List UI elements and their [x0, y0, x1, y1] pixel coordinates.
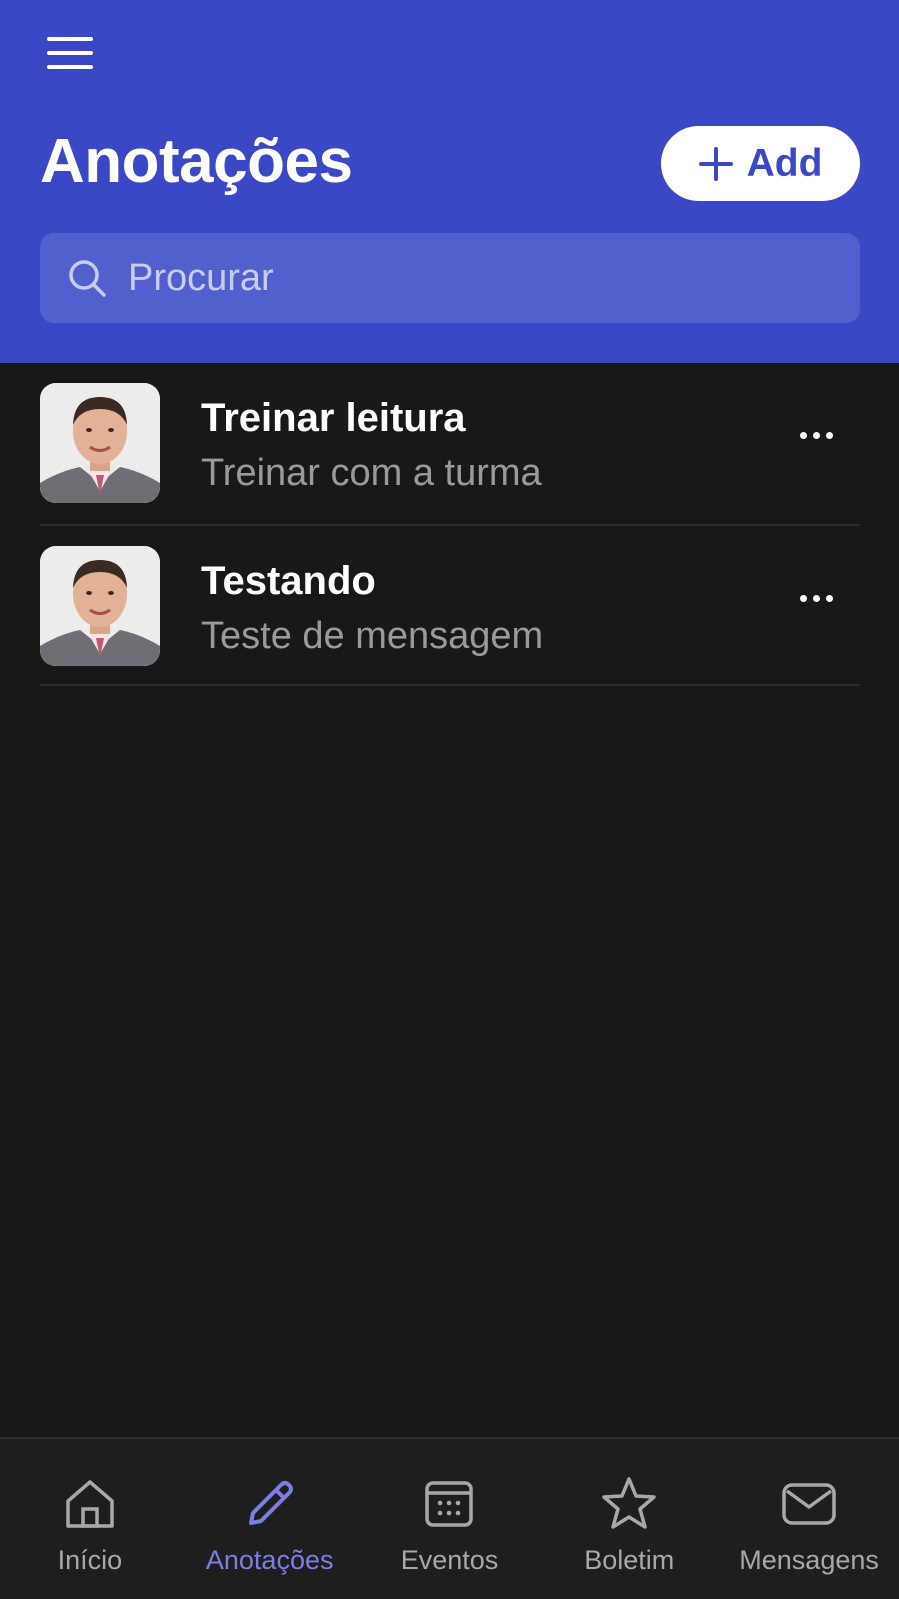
note-subtitle: Teste de mensagem [201, 615, 544, 657]
note-subtitle: Treinar com a turma [201, 452, 542, 494]
nav-label: Eventos [400, 1545, 499, 1575]
more-options-icon[interactable] [786, 578, 846, 618]
bottom-nav: Início Anotações Eventos Boletim Mensage… [0, 1437, 899, 1599]
calendar-icon [422, 1475, 476, 1533]
nav-item-boletim[interactable]: Boletim [539, 1439, 719, 1599]
add-button-label: Add [746, 141, 823, 185]
search-input[interactable] [128, 248, 860, 308]
note-title: Treinar leitura [201, 396, 466, 440]
page-title: Anotações [40, 127, 353, 196]
more-options-icon[interactable] [786, 415, 846, 455]
nav-item-inicio[interactable]: Início [0, 1439, 180, 1599]
avatar [40, 383, 160, 503]
pencil-icon [243, 1475, 297, 1533]
nav-label: Anotações [205, 1545, 334, 1575]
search-bar[interactable] [40, 233, 860, 323]
avatar [40, 546, 160, 666]
notes-list: Treinar leitura Treinar com a turma Test… [40, 363, 860, 686]
nav-label: Mensagens [739, 1545, 879, 1575]
app-screen: Anotações Add Procurar Treinar leitura T… [0, 0, 899, 1599]
add-button[interactable]: Add [661, 126, 860, 201]
home-icon [63, 1475, 117, 1533]
nav-item-eventos[interactable]: Eventos [360, 1439, 540, 1599]
note-title: Testando [201, 559, 376, 603]
nav-label: Boletim [584, 1545, 675, 1575]
nav-item-mensagens[interactable]: Mensagens [719, 1439, 899, 1599]
list-item[interactable]: Treinar leitura Treinar com a turma [40, 363, 860, 526]
mail-icon [781, 1475, 837, 1533]
search-icon [66, 257, 108, 299]
hamburger-menu-icon[interactable] [40, 32, 100, 74]
star-icon [600, 1475, 658, 1533]
header: Anotações Add [0, 0, 899, 363]
list-item[interactable]: Testando Teste de mensagem [40, 526, 860, 686]
nav-label: Início [57, 1545, 123, 1575]
plus-icon [698, 146, 733, 181]
nav-item-anotacoes[interactable]: Anotações [180, 1439, 360, 1599]
